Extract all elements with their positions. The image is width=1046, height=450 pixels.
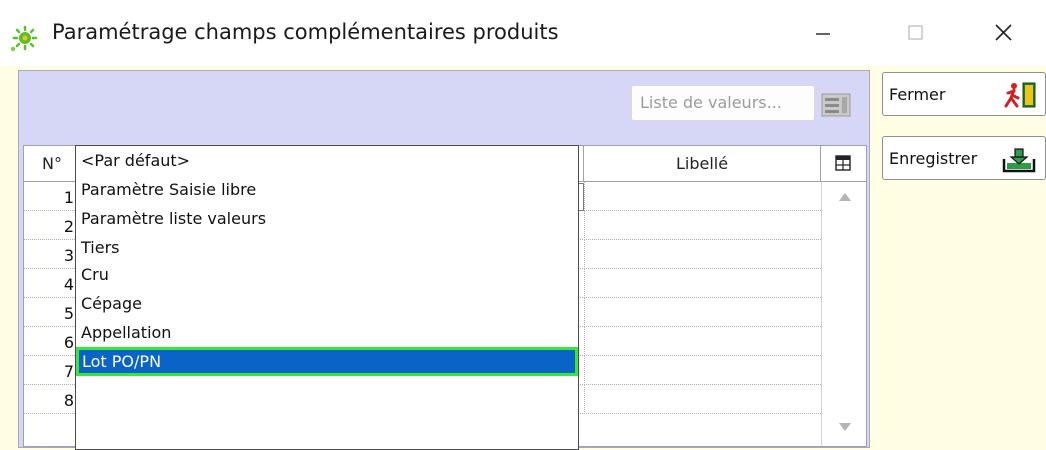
column-separator xyxy=(584,298,585,327)
column-chooser-icon[interactable] xyxy=(834,154,852,172)
row-number: 2 xyxy=(63,217,74,236)
column-separator xyxy=(584,240,585,269)
scroll-down-icon[interactable] xyxy=(838,422,852,432)
row-number: 6 xyxy=(63,333,74,352)
column-header-libelle[interactable]: Libellé xyxy=(584,146,821,181)
dropdown-option[interactable]: <Par défaut> xyxy=(76,146,578,175)
type-dropdown-list[interactable]: <Par défaut> Paramètre Saisie libre Para… xyxy=(75,145,579,450)
close-button[interactable]: Fermer xyxy=(882,72,1046,116)
list-values-icon[interactable] xyxy=(821,93,851,117)
row-number: 1 xyxy=(63,188,74,207)
row-number: 7 xyxy=(63,362,74,381)
save-tray-icon xyxy=(1002,148,1036,173)
title-bar: Paramétrage champs complémentaires produ… xyxy=(0,0,1046,64)
column-separator xyxy=(584,327,585,356)
close-button-label: Fermer xyxy=(889,85,946,104)
row-number: 3 xyxy=(63,246,74,265)
maximize-icon[interactable] xyxy=(892,14,938,52)
exit-door-icon xyxy=(1004,82,1036,108)
scroll-up-icon[interactable] xyxy=(838,192,852,202)
column-separator xyxy=(584,182,585,211)
row-number: 5 xyxy=(63,304,74,323)
dropdown-option[interactable]: Paramètre liste valeurs xyxy=(76,204,578,233)
list-values-button[interactable]: Liste de valeurs... xyxy=(631,85,815,121)
dropdown-option[interactable]: Tiers xyxy=(76,233,578,262)
dropdown-option[interactable]: Cru xyxy=(76,260,578,289)
window-title: Paramétrage champs complémentaires produ… xyxy=(52,20,559,44)
column-separator xyxy=(584,211,585,240)
dropdown-option[interactable]: Appellation xyxy=(76,318,578,347)
save-button-label: Enregistrer xyxy=(889,149,978,168)
column-header-no[interactable]: N° xyxy=(24,146,81,181)
row-number: 8 xyxy=(63,391,74,410)
column-separator xyxy=(584,269,585,298)
dropdown-option[interactable]: Paramètre Saisie libre xyxy=(76,175,578,204)
dropdown-option[interactable]: Cépage xyxy=(76,289,578,318)
minimize-icon[interactable] xyxy=(800,14,846,52)
column-separator xyxy=(584,385,585,414)
close-icon[interactable] xyxy=(980,14,1026,52)
gear-sparkle-icon xyxy=(10,25,38,52)
save-button[interactable]: Enregistrer xyxy=(882,136,1046,180)
column-separator xyxy=(584,356,585,385)
vertical-scrollbar[interactable] xyxy=(821,182,866,446)
row-number: 4 xyxy=(63,275,74,294)
dropdown-option-highlighted[interactable]: Lot PO/PN xyxy=(76,347,578,376)
